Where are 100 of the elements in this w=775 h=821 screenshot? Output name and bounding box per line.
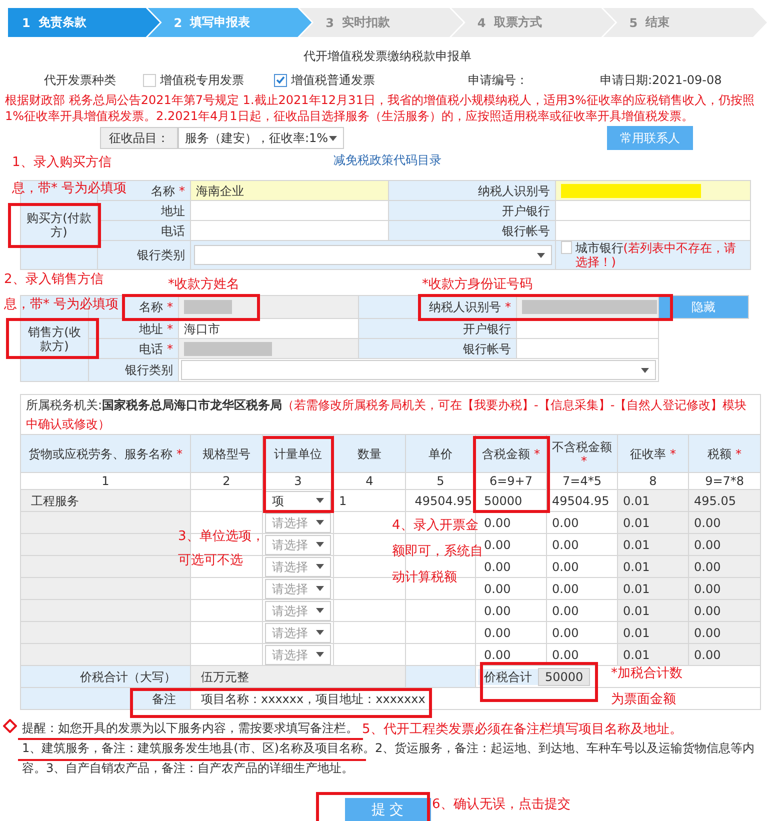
table-cell[interactable]: 0.00 [476,622,546,644]
diamond-icon [3,719,17,733]
field-label: 申请编号： [468,72,529,88]
column-header: 数量 [334,434,406,472]
table-cell: 0.00 [546,512,618,534]
table-cell: 工程服务 [20,490,190,512]
caret-icon [641,368,649,372]
required-mark: * [167,342,173,356]
caret-icon [537,252,545,258]
caret-icon [316,542,324,547]
field-value[interactable]: 海南企业 [190,180,388,200]
field-label: 纳税人识别号 [388,180,556,200]
column-header: 税额 * [688,434,761,472]
invoice-type-checkbox[interactable]: 增值税专用发票 [143,72,274,88]
field-value[interactable]: 海口市 [178,318,358,338]
policy-link[interactable]: 减免税政策代码目录 [334,152,442,168]
bank-type-select[interactable] [194,245,552,265]
annotation-text: *收款方身份证号码 [422,277,532,293]
table-cell: 0.01 [618,534,688,556]
city-bank-label: 城市银行(若列表中不存在，请选择！) [575,241,737,269]
application-date: 申请日期:2021-09-08 [600,72,723,88]
field-value[interactable] [516,338,658,358]
field-value[interactable] [190,220,388,240]
annotation-text: 6、确认无误，点击提交 [432,797,570,813]
caret-icon [316,520,324,525]
field-label: 银行类别 [98,240,190,270]
table-cell: 0.01 [618,644,688,666]
field-value[interactable] [556,220,750,240]
checkmark-icon [276,76,285,84]
table-cell: 0.01 [618,512,688,534]
table-cell[interactable]: 0.00 [476,600,546,622]
form-title: 代开增值税发票缴纳税款申报单 [304,48,472,65]
caret-icon [316,630,324,635]
table-cell: 495.05 [688,490,761,512]
reminder-text: 1、建筑服务，备注：建筑服务发生地县(市、区)名称及项目名称。2、货运服务，备注：起运地、到达地、车种车号以及运输货物信息等内容。3、自产自销农产品，备注：自产农产品的详细生产地址。 [22,740,756,777]
table-cell: 0.00 [688,600,761,622]
field-label: 银行帐号 [358,338,516,358]
field-label: 电话 * [88,338,178,358]
annotation-text: 为票面金额 [611,692,676,708]
column-header: 规格型号 [190,434,262,472]
field-label: 纳税人识别号 * [358,296,516,318]
table-cell: 0.00 [688,512,761,534]
column-header: 单价 [406,434,476,472]
annotation-text: 2、录入销售方信 [4,272,104,288]
invoice-type-checkbox[interactable]: 增值税普通发票 [274,72,468,88]
table-cell: 0.00 [546,534,618,556]
table-cell: 6=9+7 [476,472,546,490]
annotation-text: 3、单位选项， [178,529,264,545]
annotation-text: 动计算税额 [392,570,457,586]
total-value: 50000 [538,668,590,686]
field-value[interactable] [178,338,358,358]
table-cell: 5 [406,472,476,490]
category-select[interactable]: 服务（建安），征收率:1% [178,127,344,149]
bank-type-select[interactable] [181,360,656,380]
table-cell[interactable]: 50000 [476,490,546,512]
table-cell: 0.00 [546,556,618,578]
annotation-text: 息，带* 号为必填项 [4,297,119,313]
annotation-text: 息，带* 号为必填项 [12,181,127,197]
field-value[interactable] [190,200,388,220]
field-label: 开户银行 [388,200,556,220]
required-mark: * [167,300,173,314]
unit-select[interactable]: 项 [265,490,331,510]
tax-office-text: 所属税务机关:国家税务总局海口市龙华区税务局（若需修改所属税务局机关，可在【我要办税】-【信息采集】-【自然人登记修改】模块中确认或修改） [26,398,747,430]
field-value[interactable] [556,200,750,220]
table-cell: 9=7*8 [688,472,761,490]
caret-icon [329,136,337,140]
column-header: 货物或应税劳务、服务名称 * [20,434,190,472]
table-cell: 0.00 [688,622,761,644]
table-cell: 0.00 [688,578,761,600]
total-in-words: 伍万元整 [190,666,406,688]
table-cell: 0.00 [688,644,761,666]
field-label: 价税合计（大写） [20,666,190,688]
caret-icon [316,564,324,569]
table-cell[interactable]: 0.00 [476,556,546,578]
table-cell[interactable]: 0.00 [476,578,546,600]
required-mark: * [176,446,182,460]
annotation-text: 4、录入开票金 [392,518,478,534]
table-cell: 0.00 [688,534,761,556]
annotation-text: *收款方姓名 [168,277,240,293]
table-cell: 0.01 [618,622,688,644]
table-cell: 0.01 [618,578,688,600]
total-label: 价税合计 [478,668,538,684]
table-cell: 2 [190,472,262,490]
table-cell: 4 [334,472,406,490]
required-mark: * [179,184,185,198]
annotation-text: *加税合计数 [611,666,682,682]
field-value[interactable] [516,296,658,318]
table-cell: 0.00 [546,622,618,644]
annotation-text: 1、录入购买方信 [12,155,112,171]
field-label: 银行类别 [88,358,178,382]
table-cell[interactable]: 49504.95 [406,490,476,512]
city-bank-checkbox[interactable] [561,241,572,254]
table-cell: 1 [20,472,190,490]
table-cell: 0.01 [618,600,688,622]
table-cell[interactable]: 1 [334,490,406,512]
table-cell: 0.00 [688,556,761,578]
field-value[interactable] [556,180,750,200]
field-value[interactable] [178,296,358,318]
table-cell: 8 [618,472,688,490]
required-mark: * [534,446,540,460]
